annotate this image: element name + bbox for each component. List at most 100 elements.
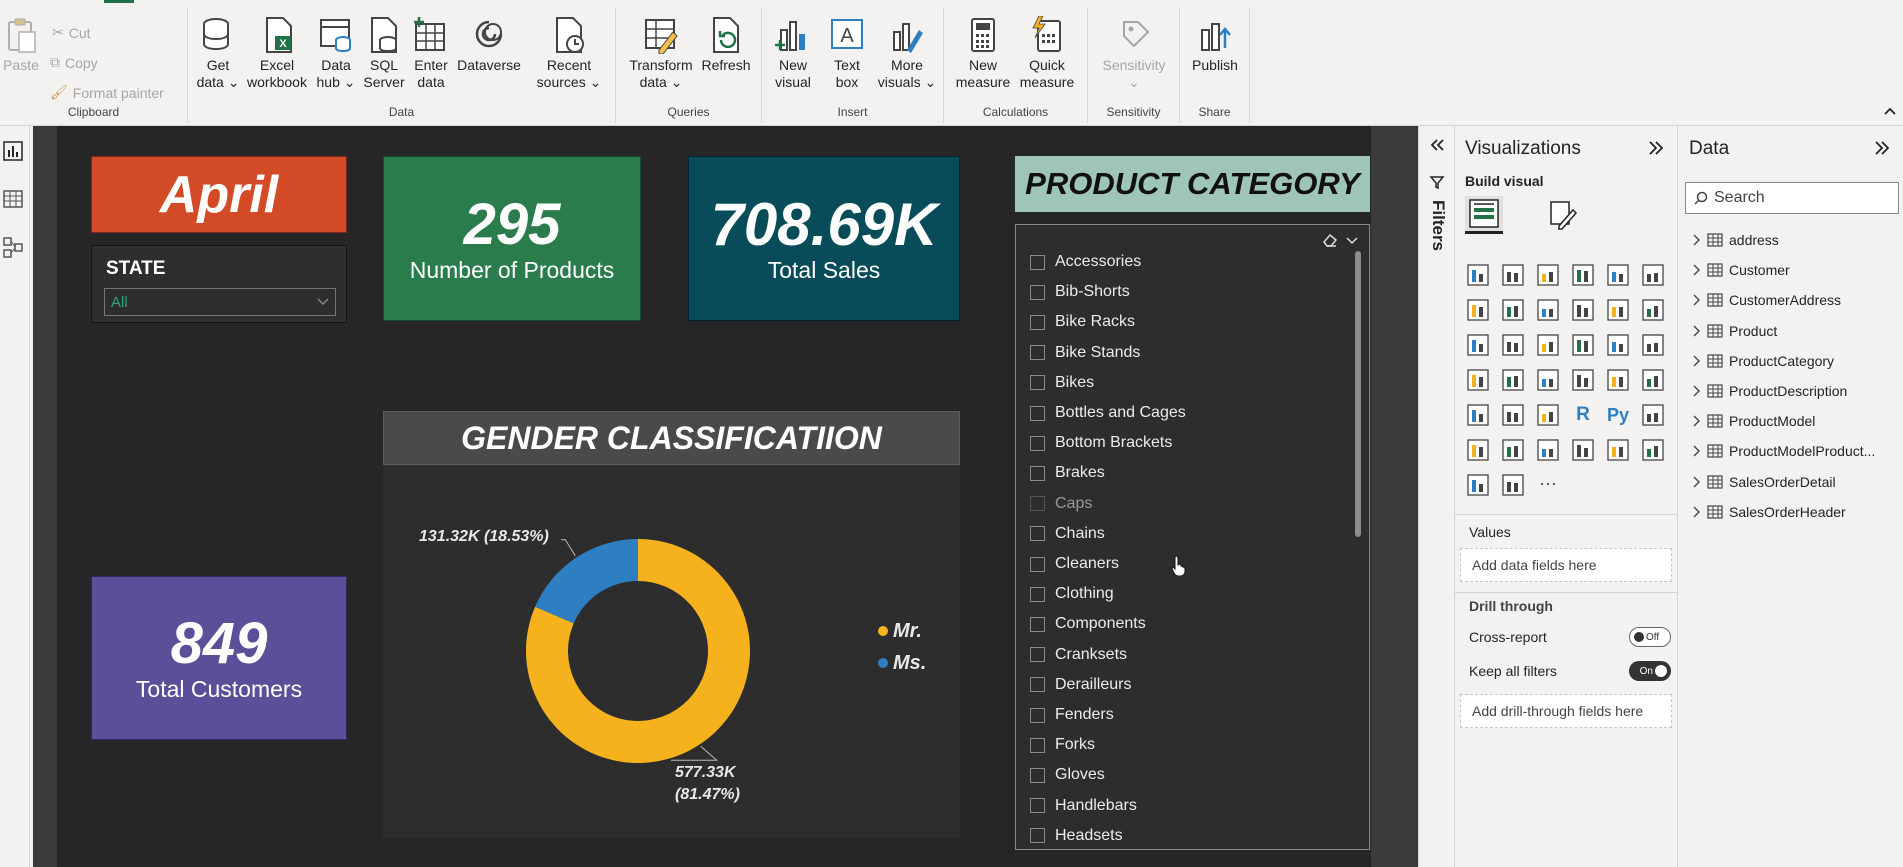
keep-filters-toggle[interactable]: On	[1629, 661, 1671, 681]
legend-label[interactable]: Ms.	[893, 652, 926, 674]
stacked-area-chart-icon[interactable]	[1535, 297, 1561, 323]
smart-narrative-icon[interactable]	[1535, 437, 1561, 463]
quick-measure-button[interactable]: Quick measure	[1014, 16, 1080, 91]
build-visual-tab[interactable]	[1465, 196, 1503, 234]
product-category-item[interactable]: Gloves	[1030, 764, 1105, 786]
excel-workbook-button[interactable]: X Excel workbook	[244, 16, 310, 91]
data-table-item[interactable]: ProductDescription	[1691, 381, 1847, 401]
slicer-scrollbar[interactable]	[1355, 251, 1361, 537]
area-chart-icon[interactable]	[1500, 297, 1526, 323]
paginated-report-icon[interactable]	[1605, 437, 1631, 463]
data-table-item[interactable]: ProductCategory	[1691, 351, 1834, 371]
product-category-item[interactable]: Bib-Shorts	[1030, 281, 1130, 303]
chevron-right-icon[interactable]	[1691, 263, 1701, 277]
table-view-icon[interactable]	[2, 188, 24, 210]
clustered-bar-chart-icon[interactable]	[1535, 262, 1561, 288]
model-view-icon[interactable]	[2, 236, 24, 258]
dataverse-button[interactable]: Dataverse	[454, 16, 524, 74]
checkbox[interactable]	[1030, 798, 1045, 814]
copy-button[interactable]: ⧉ Copy	[50, 54, 98, 71]
card-icon[interactable]	[1570, 367, 1596, 393]
product-category-item[interactable]: Brakes	[1030, 462, 1105, 484]
100-stacked-column-chart-icon[interactable]	[1640, 262, 1666, 288]
pie-chart-icon[interactable]	[1570, 332, 1596, 358]
data-table-item[interactable]: CustomerAddress	[1691, 290, 1841, 310]
chevron-right-icon[interactable]	[1691, 233, 1701, 247]
slicer-icon[interactable]	[1465, 402, 1491, 428]
product-category-slicer[interactable]: Accessories Bib-Shorts Bike Racks Bike Stan…	[1015, 224, 1370, 850]
collapse-ribbon-icon[interactable]	[1883, 106, 1897, 116]
treemap-icon[interactable]	[1640, 332, 1666, 358]
new-visual-button[interactable]: New visual	[770, 16, 816, 91]
python-visual-icon[interactable]: Py	[1605, 402, 1631, 428]
report-view-icon[interactable]	[2, 140, 24, 162]
checkbox[interactable]	[1030, 345, 1045, 361]
data-table-item[interactable]: ProductModelProduct...	[1691, 441, 1875, 461]
filters-pane-collapsed[interactable]: Filters	[1418, 126, 1454, 867]
text-box-button[interactable]: A Text box	[824, 16, 870, 91]
enter-data-button[interactable]: Enter data	[410, 16, 452, 91]
stacked-bar-chart-icon[interactable]	[1465, 262, 1491, 288]
product-category-item[interactable]: Fenders	[1030, 704, 1114, 726]
checkbox[interactable]	[1030, 254, 1045, 270]
new-measure-button[interactable]: New measure	[954, 16, 1012, 91]
100-stacked-bar-chart-icon[interactable]	[1605, 262, 1631, 288]
refresh-button[interactable]: Refresh	[698, 16, 754, 74]
chevron-right-icon[interactable]	[1691, 324, 1701, 338]
collapse-data-icon[interactable]	[1873, 140, 1891, 156]
chevron-right-icon[interactable]	[1691, 475, 1701, 489]
scatter-chart-icon[interactable]	[1535, 332, 1561, 358]
format-painter-button[interactable]: 🖌 Format painter	[50, 84, 164, 101]
drill-through-well[interactable]: Add drill-through fields here	[1460, 694, 1672, 728]
product-category-item[interactable]: Chains	[1030, 523, 1105, 545]
more-visuals-icon[interactable]: ···	[1535, 472, 1561, 498]
matrix-icon[interactable]	[1535, 402, 1561, 428]
gender-donut-chart[interactable]: 131.32K (18.53%) 577.33K (81.47%) Mr. Ms.	[383, 465, 960, 838]
product-category-item[interactable]: Cleaners	[1030, 553, 1119, 575]
publish-button[interactable]: Publish	[1184, 16, 1246, 74]
total-customers-card[interactable]: 849 Total Customers	[91, 576, 347, 740]
total-sales-card[interactable]: 708.69K Total Sales	[688, 156, 960, 321]
checkbox[interactable]	[1030, 556, 1045, 572]
product-category-item[interactable]: Caps	[1030, 493, 1092, 515]
checkbox[interactable]	[1030, 586, 1045, 602]
data-hub-button[interactable]: Data hub ⌄	[314, 16, 358, 91]
data-table-item[interactable]: SalesOrderHeader	[1691, 502, 1846, 522]
checkbox[interactable]	[1030, 737, 1045, 753]
chevron-right-icon[interactable]	[1691, 414, 1701, 428]
values-well[interactable]: Add data fields here	[1460, 548, 1672, 582]
checkbox[interactable]	[1030, 767, 1045, 783]
data-table-item[interactable]: SalesOrderDetail	[1691, 472, 1836, 492]
qa-visual-icon[interactable]	[1500, 437, 1526, 463]
product-category-item[interactable]: Derailleurs	[1030, 674, 1131, 696]
key-influencers-icon[interactable]	[1640, 402, 1666, 428]
funnel-chart-icon[interactable]	[1500, 332, 1526, 358]
table-icon[interactable]	[1500, 402, 1526, 428]
product-category-item[interactable]: Bike Racks	[1030, 311, 1135, 333]
legend-label[interactable]: Mr.	[893, 620, 922, 642]
eraser-icon[interactable]	[1321, 231, 1339, 249]
state-slicer[interactable]: STATE All	[91, 245, 347, 323]
product-category-item[interactable]: Bottom Brackets	[1030, 432, 1172, 454]
ribbon-chart-icon[interactable]	[1640, 297, 1666, 323]
line-and-column-chart-icon[interactable]	[1570, 297, 1596, 323]
product-category-item[interactable]: Clothing	[1030, 583, 1114, 605]
decomposition-tree-icon[interactable]	[1465, 437, 1491, 463]
format-visual-tab[interactable]	[1543, 196, 1581, 234]
cut-button[interactable]: ✂ Cut	[52, 24, 91, 41]
checkbox[interactable]	[1030, 707, 1045, 723]
checkbox[interactable]	[1030, 828, 1045, 844]
product-category-item[interactable]: Bikes	[1030, 372, 1094, 394]
chevron-down-icon[interactable]	[1344, 231, 1360, 249]
get-data-button[interactable]: Get data ⌄	[196, 16, 240, 91]
expand-filters-icon[interactable]	[1429, 138, 1445, 152]
checkbox[interactable]	[1030, 284, 1045, 300]
kpi-icon[interactable]	[1640, 367, 1666, 393]
stacked-column-chart-icon[interactable]	[1500, 262, 1526, 288]
number-of-products-card[interactable]: 295 Number of Products	[383, 156, 641, 321]
gauge-icon[interactable]	[1535, 367, 1561, 393]
product-category-item[interactable]: Cranksets	[1030, 644, 1127, 666]
data-table-item[interactable]: Customer	[1691, 260, 1790, 280]
product-category-item[interactable]: Forks	[1030, 734, 1095, 756]
data-table-item[interactable]: address	[1691, 230, 1779, 250]
